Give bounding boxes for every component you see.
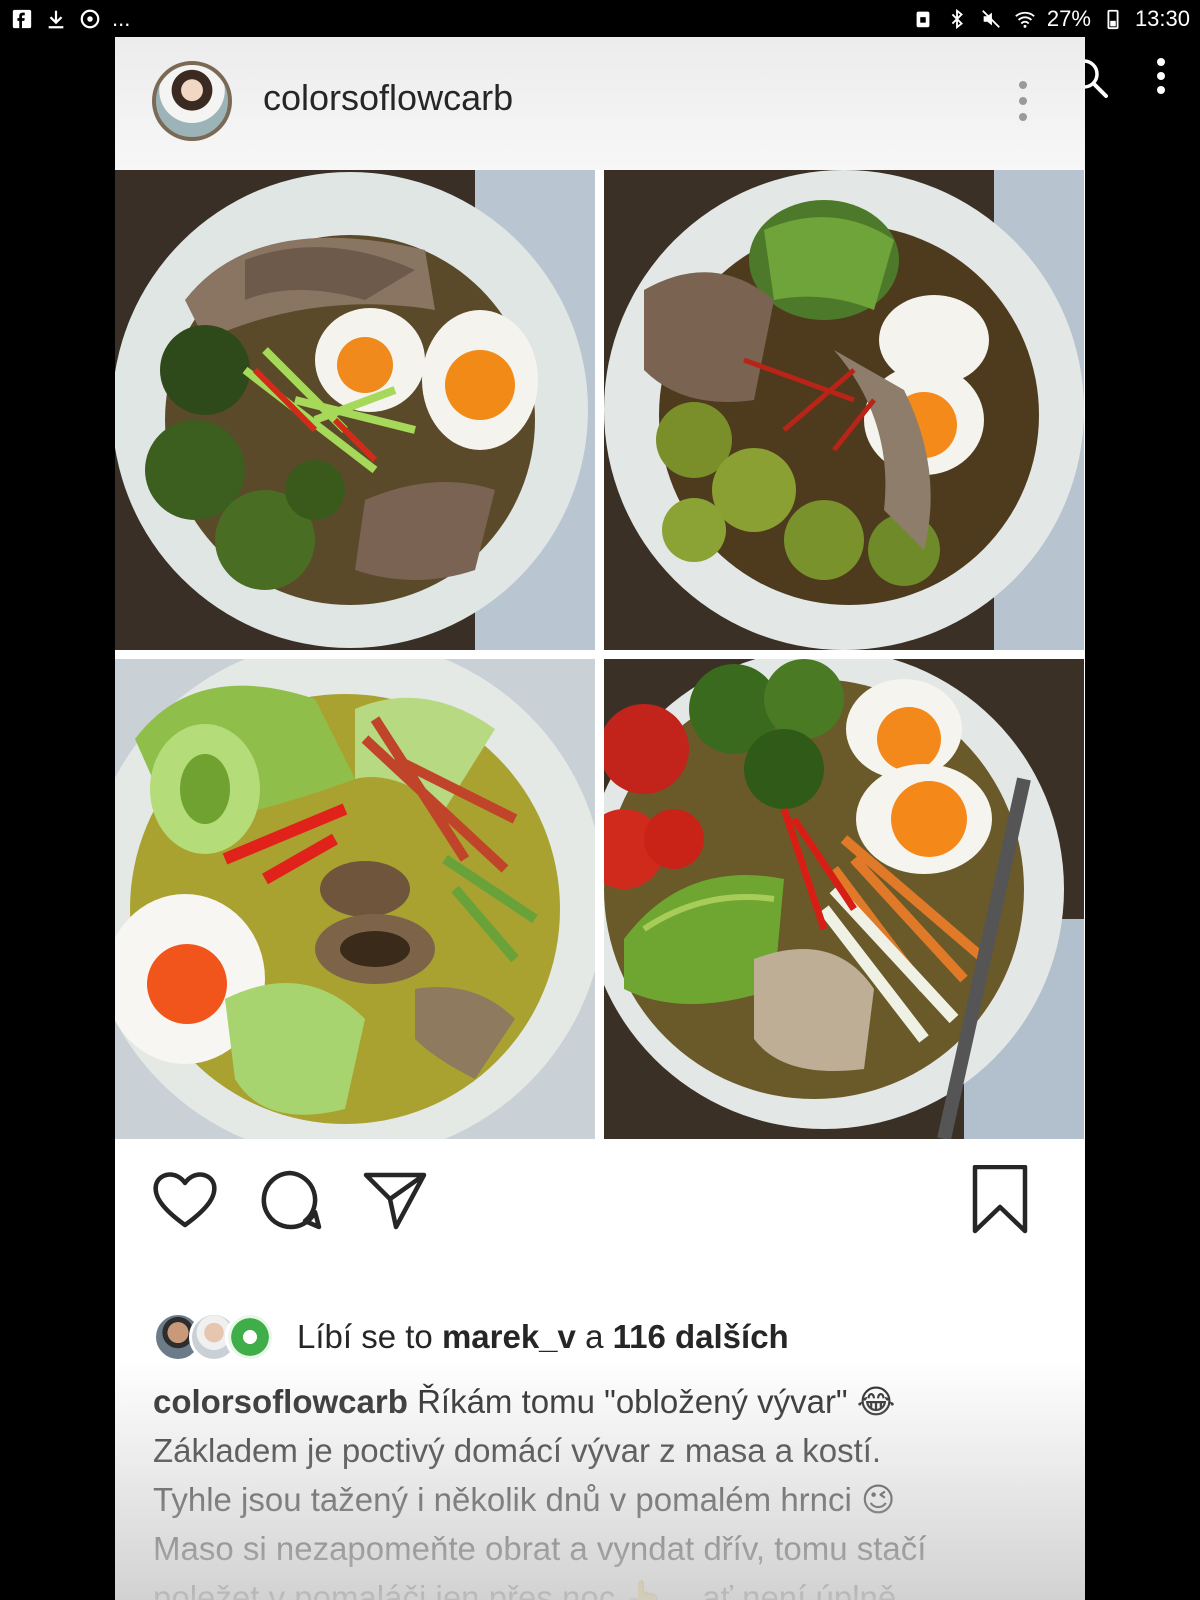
post-image-grid[interactable] (115, 170, 1085, 1139)
mute-icon (979, 7, 1003, 31)
post-options-icon[interactable] (1013, 79, 1033, 123)
overflow-menu-icon[interactable] (1146, 56, 1176, 100)
caption-text-1: Říkám tomu "obložený vývar" 😂 (417, 1383, 896, 1420)
food-photo-2 (604, 170, 1084, 650)
post-header: colorsoflowcarb (115, 37, 1085, 170)
caption-text-4: Maso si nezapomeňte obrat a vyndat dřív,… (153, 1530, 927, 1567)
food-photo-4 (604, 659, 1084, 1139)
facebook-icon (10, 7, 34, 31)
avatar[interactable] (152, 61, 232, 141)
caption-text-2: Základem je poctivý domácí vývar z masa … (153, 1432, 882, 1469)
post-username[interactable]: colorsoflowcarb (263, 77, 513, 119)
sync-icon (78, 7, 102, 31)
battery-percent: 27% (1046, 6, 1091, 31)
status-ellipsis: ... (112, 6, 131, 31)
likes-row[interactable]: Líbí se to marek_v a 116 dalších (153, 1309, 789, 1365)
post-actions (115, 1164, 1085, 1245)
post-card: colorsoflowcarb Líbí se to marek_v a 116… (115, 37, 1085, 1600)
wifi-icon (1013, 7, 1037, 31)
like-heart-icon[interactable] (150, 1165, 220, 1235)
bookmark-icon[interactable] (965, 1164, 1035, 1235)
likes-text: Líbí se to marek_v a 116 dalších (297, 1318, 789, 1356)
bluetooth-icon (945, 7, 969, 31)
download-icon (44, 7, 68, 31)
alarm-icon (911, 7, 935, 31)
likes-prefix: Líbí se to (297, 1318, 433, 1355)
status-time: 13:30 (1134, 6, 1190, 31)
likes-connector: a (585, 1318, 604, 1355)
food-photo-1 (115, 170, 595, 650)
liker-avatar (225, 1312, 275, 1362)
caption-username[interactable]: colorsoflowcarb (153, 1383, 408, 1420)
caption-text-5: poležet v pomaláči jen přes noc 👆 ...ať … (153, 1579, 897, 1600)
caption-line-1: colorsoflowcarb Říkám tomu "obložený výv… (153, 1377, 1053, 1426)
share-send-icon[interactable] (360, 1165, 430, 1235)
status-bar: ... 27% 13:30 (0, 0, 1200, 38)
battery-icon (1101, 7, 1125, 31)
food-photo-3 (115, 659, 595, 1139)
caption-text-3: Tyhle jsou tažený i několik dnů v pomalé… (153, 1481, 896, 1518)
post-caption: colorsoflowcarb Říkám tomu "obložený výv… (153, 1377, 1053, 1600)
status-bar-left: ... (10, 6, 130, 32)
status-bar-right: 27% 13:30 (911, 6, 1190, 32)
comment-icon[interactable] (255, 1165, 325, 1235)
likes-user[interactable]: marek_v (442, 1318, 576, 1355)
likes-others[interactable]: 116 dalších (613, 1318, 789, 1355)
